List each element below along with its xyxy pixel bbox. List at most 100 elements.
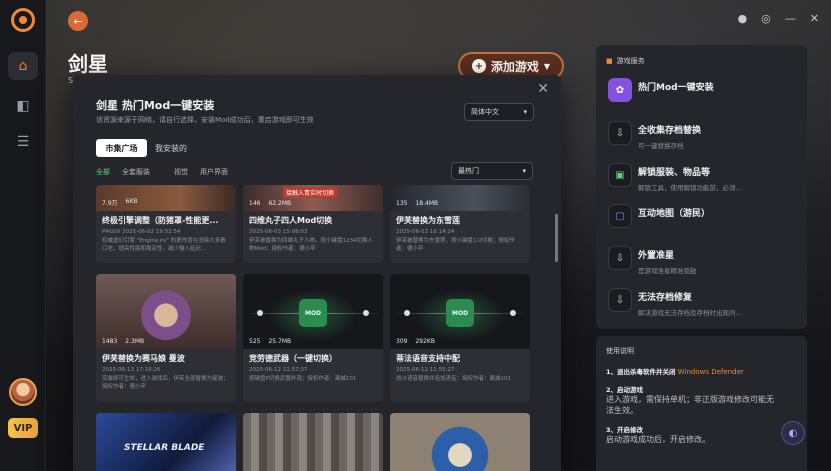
- category-filter: 全部 全套服装 视觉 用户界面: [96, 167, 228, 177]
- service-desc: 可一键替换存档: [638, 142, 684, 150]
- service-title: 无法存档修复: [638, 293, 693, 303]
- mod-card[interactable]: 135 18.4MB 伊芙替换为东雪莲 2025-06-03 16:14:24 伊…: [390, 185, 530, 263]
- mod-card[interactable]: 7.9万 6KB 终极引擎调整（防猪罩-性能更... P4G0X 2025-06-…: [96, 185, 236, 263]
- chevron-down-icon: ▼: [543, 61, 551, 71]
- left-sidebar: ⌂ ◧ ☰ VIP: [0, 0, 46, 471]
- download-count: 309: [396, 338, 408, 345]
- service-desc: 是游戏准星精准锁敌: [638, 267, 697, 275]
- vip-badge[interactable]: VIP: [8, 418, 38, 438]
- guide-step-2: 2、启动游戏 进入游戏，需保持单机；非正版游戏修改可能无法生效。: [606, 386, 774, 415]
- mod-card[interactable]: [243, 413, 383, 471]
- mod-name: 伊芙替换为东雪莲: [396, 216, 460, 225]
- avatar[interactable]: [9, 378, 37, 406]
- mod-desc: 权威虚幻引擎 "Engine.ini" 的更改旨在消除大多数口吃，提高性能和稳定…: [102, 238, 226, 252]
- user-icon[interactable]: ●: [738, 12, 748, 25]
- guide-step-1: 1、退出杀毒软件并关闭 Windows Defender: [606, 368, 744, 376]
- mod-thumbnail: 135 18.4MB: [390, 185, 530, 211]
- sort-select[interactable]: 最热门 ▾: [451, 162, 533, 180]
- headset-icon[interactable]: ◐: [781, 421, 805, 445]
- service-save-fix[interactable]: ⇩ 无法存档修复 解决游戏无法存档及存档时出现问...: [608, 288, 798, 317]
- file-size: 18.4MB: [415, 200, 439, 207]
- service-title: 互动地图（游民）: [638, 209, 711, 219]
- unlock-icon: ▣: [608, 163, 632, 187]
- mod-meta: 2025-06-12 11:57:37: [249, 367, 308, 373]
- mod-desc: 战斗语音替换并追加语音；授权作者：离城101: [396, 376, 511, 382]
- crosshair-icon: ⇩: [608, 246, 632, 270]
- mod-card[interactable]: 1483 2.3MB 伊芙替换为赛马娘 曼波 2025-06-13 17:19:2…: [96, 274, 236, 402]
- service-save-replace[interactable]: ⇩ 全收集存档替换 可一键替换存档: [608, 121, 798, 150]
- chevron-down-icon: ▾: [522, 167, 526, 175]
- chevron-down-icon: ▾: [523, 108, 527, 116]
- download-count: 7.9万: [102, 200, 118, 207]
- download-count: 146: [249, 200, 261, 207]
- game-services-panel: ■ 游戏服务 ✿ 热门Mod一键安装 ⇩ 全收集存档替换 可一键替换存档 ▣ 解锁…: [596, 45, 807, 329]
- file-size: 2.3MB: [125, 338, 145, 345]
- category-ui[interactable]: 用户界面: [200, 167, 228, 177]
- home-icon[interactable]: ⌂: [8, 52, 38, 80]
- service-interactive-map[interactable]: ▢ 互动地图（游民）: [608, 204, 798, 228]
- mod-thumbnail: 1483 2.3MB: [96, 274, 236, 349]
- service-desc: 解锁工具，使用解锁功能前，必须...: [638, 184, 742, 192]
- mod-name: 蒂法语音支持中配: [396, 354, 460, 363]
- modal-title: 剑星 热门Mod一键安装: [96, 99, 215, 112]
- service-title: 解锁服装、物品等: [638, 168, 711, 178]
- mod-card[interactable]: [390, 413, 530, 471]
- mod-name: 伊芙替换为赛马娘 曼波: [102, 354, 185, 363]
- language-select[interactable]: 简体中文 ▾: [464, 103, 534, 121]
- service-unlock-items[interactable]: ▣ 解锁服装、物品等解锁工具，使用解锁功能前，必须...: [608, 163, 798, 192]
- service-crosshair[interactable]: ⇩ 外置准星是游戏准星精准锁敌: [608, 246, 798, 275]
- usage-guide-panel: 使用说明 1、退出杀毒软件并关闭 Windows Defender 2、启动游戏…: [596, 336, 807, 471]
- scrollbar-thumb[interactable]: [555, 214, 558, 262]
- mod-meta: P4G0X 2025-06-02 19:52:54: [102, 229, 181, 235]
- minimize-icon[interactable]: —: [785, 12, 796, 25]
- download-count: 135: [396, 200, 408, 207]
- service-mod-install[interactable]: ✿ 热门Mod一键安装: [608, 78, 798, 102]
- settings-icon[interactable]: ◎: [761, 12, 771, 25]
- service-title: 全收集存档替换: [638, 126, 702, 136]
- mod-thumbnail: STELLAR BLADE: [96, 413, 236, 471]
- mod-desc: 伊芙被替换为四维丸子人物，按小键盘1234切换人物Mod；授权作者：德小卒: [249, 238, 373, 252]
- mod-meta: 2025-06-12 11:55:27: [396, 367, 455, 373]
- sort-value: 最热门: [458, 167, 479, 175]
- file-size: 6KB: [125, 198, 138, 205]
- mod-card[interactable]: STELLAR BLADE: [96, 413, 236, 471]
- guide-heading: 使用说明: [606, 347, 634, 355]
- services-heading: 游戏服务: [616, 57, 645, 65]
- modal-close-icon[interactable]: ✕: [537, 81, 549, 97]
- mod-meta: 2025-06-03 15:08:03: [249, 229, 308, 235]
- mod-card[interactable]: 接触入青实时切换 146 62.2MB 四维丸子四人Mod切换 2025-06-0…: [243, 185, 383, 263]
- mod-card[interactable]: MOD 525 25.7MB 竞劳德武器（一键切换） 2025-06-12 11:…: [243, 274, 383, 402]
- page-title: 剑星: [68, 52, 108, 76]
- game-logo-text: STELLAR BLADE: [124, 443, 205, 453]
- download-count: 1483: [102, 338, 118, 345]
- download-count: 525: [249, 338, 261, 345]
- close-icon[interactable]: ✕: [810, 12, 819, 25]
- file-size: 292KB: [415, 338, 435, 345]
- gamepad-icon[interactable]: ◧: [8, 92, 38, 120]
- modal-description: 该资源来源于网络，请自行选择，安装Mod成功后，重启游戏即可生效: [96, 116, 314, 124]
- mod-banner: 接触入青实时切换: [283, 187, 338, 198]
- service-title: 外置准星: [638, 251, 675, 261]
- back-button[interactable]: ←: [68, 11, 88, 31]
- add-game-label: 添加游戏: [490, 59, 539, 74]
- mod-thumbnail: 7.9万 6KB: [96, 185, 236, 211]
- language-value: 简体中文: [471, 108, 499, 116]
- download-icon: ⇩: [608, 121, 632, 145]
- mod-desc: 安装即可生效，进入游戏后，伊芙全部替换为曼波；授权作者：德小卒: [102, 376, 229, 390]
- mod-name: 终极引擎调整（防猪罩-性能更...: [102, 216, 219, 225]
- mod-install-icon: ✿: [608, 78, 632, 102]
- layers-icon[interactable]: ☰: [8, 128, 38, 156]
- file-size: 62.2MB: [268, 200, 292, 207]
- mod-card[interactable]: MOD 309 292KB 蒂法语音支持中配 2025-06-12 11:55:2…: [390, 274, 530, 402]
- service-title: 热门Mod一键安装: [638, 83, 714, 93]
- tab-market[interactable]: 市集广场: [96, 139, 147, 157]
- tab-installed[interactable]: 我安装的: [155, 139, 187, 157]
- category-all[interactable]: 全部: [96, 167, 110, 177]
- cube-icon: ■: [606, 57, 613, 65]
- mod-thumbnail: MOD 525 25.7MB: [243, 274, 383, 349]
- mod-desc: 按键盘P切换武器外观；授权作者：离城101: [249, 376, 357, 382]
- app-logo-icon[interactable]: [11, 8, 35, 32]
- plus-icon: +: [471, 59, 486, 73]
- category-visual[interactable]: 视觉: [174, 167, 188, 177]
- category-outfits[interactable]: 全套服装: [122, 167, 150, 177]
